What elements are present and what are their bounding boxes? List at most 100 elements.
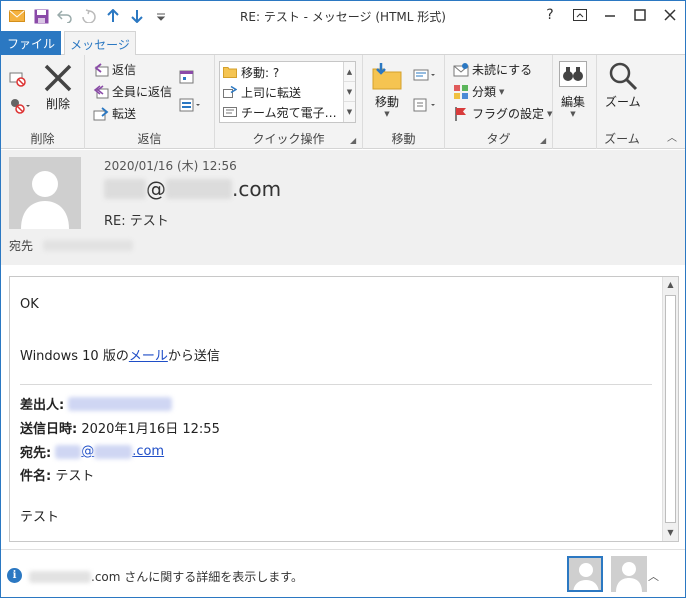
mark-unread-button[interactable]: 未読にする xyxy=(453,61,532,78)
reply-button[interactable]: 返信 xyxy=(93,61,136,78)
scroll-down-icon[interactable]: ▼ xyxy=(663,525,678,541)
forward-button[interactable]: 転送 xyxy=(93,105,136,122)
recipient-line: 宛先 xyxy=(9,237,134,254)
flag-button[interactable]: フラグの設定 ▼ xyxy=(453,105,552,122)
quick-steps-scroll-up-icon[interactable]: ▲ xyxy=(344,62,355,82)
message-body[interactable]: OK Windows 10 版のメールから送信 差出人: 送信日時: 2020年… xyxy=(9,276,679,542)
edit-button[interactable]: 編集 ▼ xyxy=(559,61,587,118)
sender-address[interactable]: @ .com xyxy=(104,177,281,201)
quoted-to-link[interactable]: @ .com xyxy=(55,444,164,459)
tab-message[interactable]: メッセージ xyxy=(64,31,136,56)
quick-step-forward-manager[interactable]: 上司に転送 xyxy=(223,83,301,101)
quick-steps-launcher-icon[interactable]: ◢ xyxy=(350,136,359,145)
quick-steps-gallery: 移動: ? 上司に転送 チーム宛て電子… ▲ ▼ ▼ xyxy=(219,61,356,123)
redacted-quoted-sender[interactable] xyxy=(68,396,173,411)
sender-avatar[interactable] xyxy=(9,157,81,229)
ribbon-display-options-button[interactable] xyxy=(565,1,595,29)
person-icon xyxy=(573,563,599,590)
people-avatar-selected[interactable] xyxy=(567,556,603,592)
quick-steps-more-icon[interactable]: ▼ xyxy=(344,102,355,122)
expand-people-pane-icon[interactable]: ︿ xyxy=(648,568,659,584)
quoted-body-text: テスト xyxy=(20,510,60,525)
quick-step-move[interactable]: 移動: ? xyxy=(223,63,279,81)
delete-button[interactable]: 削除 xyxy=(43,63,73,112)
ribbon-tabs: ファイル メッセージ xyxy=(1,31,685,56)
people-avatar[interactable] xyxy=(611,556,647,592)
message-subject: RE: テスト xyxy=(104,214,169,229)
sent-from-prefix: Windows 10 版の xyxy=(20,349,129,364)
flag-label: フラグの設定 xyxy=(472,107,545,121)
reply-icon xyxy=(94,62,109,76)
minimize-button[interactable] xyxy=(595,1,625,29)
actions-icon[interactable] xyxy=(413,97,439,116)
sender-at: @ xyxy=(146,177,166,201)
redacted-quoted-recipient-name xyxy=(55,444,82,459)
sent-from-suffix: から送信 xyxy=(167,349,220,364)
edit-dropdown-icon: ▼ xyxy=(570,110,576,118)
ignore-icon[interactable] xyxy=(8,69,26,87)
edit-button-label: 編集 xyxy=(560,95,585,109)
window-controls: ? xyxy=(535,1,685,29)
folder-icon xyxy=(223,67,237,78)
flag-icon xyxy=(455,106,466,121)
unread-mail-icon xyxy=(453,62,469,76)
collapse-ribbon-icon[interactable]: ︿ xyxy=(667,129,677,144)
quick-steps-scroll-down-icon[interactable]: ▼ xyxy=(344,82,355,102)
quick-steps-group: 移動: ? 上司に転送 チーム宛て電子… ▲ ▼ ▼ クイック操作 ◢ xyxy=(215,55,363,149)
quoted-from-label: 差出人: xyxy=(20,398,65,413)
quick-step-team-email-label: チーム宛て電子… xyxy=(241,105,337,120)
tags-group: 未読にする 分類 ▼ フラグの設定 ▼ タグ ◢ xyxy=(445,55,553,149)
flag-dropdown-icon: ▼ xyxy=(547,109,553,118)
forward-icon xyxy=(93,106,109,120)
binoculars-icon xyxy=(559,61,587,87)
move-button[interactable]: 移動 ▼ xyxy=(371,61,403,118)
tags-launcher-icon[interactable]: ◢ xyxy=(540,136,549,145)
redacted-recipient[interactable] xyxy=(43,240,134,251)
move-group: 移動 ▼ 移動 xyxy=(363,55,445,149)
close-button[interactable] xyxy=(655,1,685,29)
magnifier-icon xyxy=(609,62,637,91)
to-label: 宛先 xyxy=(9,239,34,253)
rules-icon[interactable] xyxy=(413,67,439,86)
quoted-subject-value: テスト xyxy=(55,469,95,484)
info-icon: i xyxy=(7,568,22,583)
redacted-sender-name xyxy=(104,179,146,199)
quick-step-forward-manager-label: 上司に転送 xyxy=(241,85,302,100)
redacted-contact xyxy=(29,570,91,583)
delete-group-label: 削除 xyxy=(30,132,55,146)
body-scrollbar[interactable]: ▲ ▼ xyxy=(662,277,678,541)
categorize-label: 分類 xyxy=(472,85,497,99)
maximize-button[interactable] xyxy=(625,1,655,29)
delete-button-label: 削除 xyxy=(45,97,70,111)
sender-domain-tail: .com xyxy=(232,177,282,201)
scroll-up-icon[interactable]: ▲ xyxy=(663,277,678,293)
move-group-label: 移動 xyxy=(391,132,416,146)
message-body-content: OK Windows 10 版のメールから送信 差出人: 送信日時: 2020年… xyxy=(20,277,660,541)
tab-file[interactable]: ファイル xyxy=(1,31,61,55)
quick-steps-scroll[interactable]: ▲ ▼ ▼ xyxy=(343,62,355,122)
person-icon xyxy=(21,171,69,229)
message-header: 2020/01/16 (木) 12:56 @ .com RE: テスト 宛先 xyxy=(1,150,685,265)
help-button[interactable]: ? xyxy=(535,1,565,29)
sent-date: 2020/01/16 (木) 12:56 xyxy=(104,159,237,173)
tags-group-label: タグ xyxy=(486,132,511,146)
reply-all-label: 全員に返信 xyxy=(112,85,173,99)
quoted-to-tail: .com xyxy=(132,444,165,459)
zoom-button[interactable]: ズーム xyxy=(605,61,641,110)
zoom-button-label: ズーム xyxy=(605,95,641,109)
quoted-sent-value: 2020年1月16日 12:55 xyxy=(81,422,220,437)
scroll-thumb[interactable] xyxy=(665,295,676,523)
title-bar: RE: テスト - メッセージ (HTML 形式) ? xyxy=(1,1,685,31)
junk-icon[interactable] xyxy=(8,97,30,114)
more-respond-icon[interactable] xyxy=(179,97,205,116)
respond-group-label: 返信 xyxy=(137,132,162,146)
zoom-group-label: ズーム xyxy=(604,132,640,146)
mail-app-link[interactable]: メール xyxy=(129,349,168,364)
quoted-subject-label: 件名: xyxy=(20,469,52,484)
meeting-reply-icon[interactable] xyxy=(179,69,195,88)
quick-step-team-email[interactable]: チーム宛て電子… xyxy=(223,103,337,121)
reply-all-button[interactable]: 全員に返信 xyxy=(93,83,172,100)
people-pane-text[interactable]: .com さんに関する詳細を表示します。 xyxy=(29,568,303,585)
categorize-dropdown-icon: ▼ xyxy=(499,87,505,96)
categorize-button[interactable]: 分類 ▼ xyxy=(453,83,504,100)
